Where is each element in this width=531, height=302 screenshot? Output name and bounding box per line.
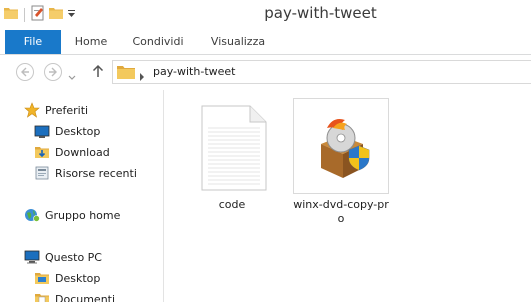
nav-item-label: Preferiti bbox=[45, 103, 89, 117]
text-file-icon bbox=[184, 98, 280, 194]
arrow-up-icon bbox=[92, 64, 104, 77]
title-bar: pay-with-tweet bbox=[0, 0, 531, 30]
nav-item-label: Gruppo home bbox=[45, 208, 121, 222]
file-list: code winx-dvd-copy-pro bbox=[164, 90, 531, 302]
breadcrumb-current-folder[interactable]: pay-with-tweet bbox=[153, 65, 235, 79]
nav-item-label: Desktop bbox=[55, 271, 101, 285]
arrow-right-icon bbox=[49, 67, 57, 77]
explorer-window: pay-with-tweet File Home Condividi Visua… bbox=[0, 0, 531, 302]
nav-item-desktop[interactable]: Desktop bbox=[34, 121, 100, 141]
homegroup-icon bbox=[24, 207, 40, 223]
recent-places-icon bbox=[34, 165, 50, 181]
file-item-code[interactable]: code bbox=[184, 98, 280, 212]
nav-item-label: Desktop bbox=[55, 124, 101, 138]
download-folder-icon bbox=[34, 144, 50, 160]
tab-file[interactable]: File bbox=[5, 30, 61, 54]
nav-item-pc-desktop[interactable]: Desktop bbox=[34, 268, 100, 288]
window-title: pay-with-tweet bbox=[264, 4, 377, 22]
folder-icon bbox=[34, 270, 50, 286]
recent-locations-dropdown[interactable] bbox=[68, 68, 76, 86]
tab-share[interactable]: Condividi bbox=[124, 30, 192, 54]
breadcrumb-chevron-icon[interactable] bbox=[139, 68, 145, 86]
nav-item-label: Questo PC bbox=[45, 250, 102, 264]
nav-item-label: Download bbox=[55, 145, 110, 159]
file-name: winx-dvd-copy-pro bbox=[293, 198, 389, 225]
nav-item-documents[interactable]: Documenti bbox=[34, 289, 115, 302]
nav-item-favorites[interactable]: Preferiti bbox=[24, 100, 88, 120]
forward-button[interactable] bbox=[44, 63, 62, 81]
star-icon bbox=[24, 102, 40, 118]
chevron-down-icon bbox=[68, 75, 76, 80]
arrow-left-icon bbox=[21, 67, 29, 77]
installer-box-icon bbox=[293, 98, 389, 194]
folder-icon bbox=[117, 65, 135, 84]
navigation-pane: Preferiti Desktop Download Risorse recen… bbox=[0, 90, 164, 302]
tab-home[interactable]: Home bbox=[66, 30, 116, 54]
nav-item-label: Risorse recenti bbox=[55, 166, 137, 180]
tab-view[interactable]: Visualizza bbox=[202, 30, 274, 54]
address-bar[interactable]: pay-with-tweet bbox=[112, 60, 531, 84]
nav-item-homegroup[interactable]: Gruppo home bbox=[24, 205, 120, 225]
file-name: code bbox=[218, 198, 246, 211]
desktop-icon bbox=[34, 123, 50, 139]
nav-item-download[interactable]: Download bbox=[34, 142, 110, 162]
nav-item-recent[interactable]: Risorse recenti bbox=[34, 163, 137, 183]
back-button[interactable] bbox=[16, 63, 34, 81]
nav-item-label: Documenti bbox=[55, 292, 116, 302]
computer-icon bbox=[24, 249, 40, 265]
navigation-bar: pay-with-tweet bbox=[0, 55, 531, 89]
up-button[interactable] bbox=[92, 64, 104, 83]
file-item-winx-dvd-copy-pro[interactable]: winx-dvd-copy-pro bbox=[293, 98, 389, 226]
documents-folder-icon bbox=[34, 291, 50, 302]
nav-item-this-pc[interactable]: Questo PC bbox=[24, 247, 102, 267]
ribbon-tabs: File Home Condividi Visualizza bbox=[0, 30, 531, 55]
